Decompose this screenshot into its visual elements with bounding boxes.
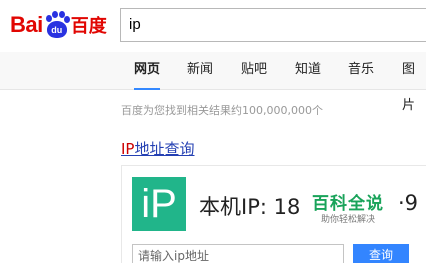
search-box[interactable]: ip	[120, 8, 426, 42]
result-count: 百度为您找到相关结果约100,000,000个	[121, 104, 323, 117]
ip-app-icon: iP	[132, 177, 186, 231]
logo-text-cn: 百度	[70, 16, 107, 37]
watermark: 百科全说 助你轻松解决	[308, 192, 388, 227]
local-ip-text: 本机IP: 18	[199, 195, 301, 219]
ip-lookup-card: iP 本机IP: 18 ·9 百科全说 助你轻松解决 请输入ip地址 查询	[121, 165, 426, 263]
ip-address-input[interactable]: 请输入ip地址	[132, 244, 344, 263]
watermark-title: 百科全说	[312, 194, 384, 214]
watermark-subtitle: 助你轻松解决	[320, 215, 375, 225]
result-title-link[interactable]: IP地址查询	[121, 138, 195, 159]
query-button[interactable]: 查询	[353, 244, 409, 263]
tab-tieba[interactable]: 贴吧	[241, 52, 267, 90]
tab-zhidao[interactable]: 知道	[295, 52, 321, 90]
baidu-logo[interactable]: Bai du 百度	[10, 8, 107, 42]
local-ip-tail: ·9	[398, 191, 419, 215]
logo-text-du: du	[46, 21, 67, 38]
logo-text-bai: Bai	[10, 12, 43, 37]
tabs-bar: 网页 新闻 贴吧 知道 音乐 图片	[0, 52, 426, 113]
header: Bai du 百度 ip	[0, 0, 426, 52]
tab-music[interactable]: 音乐	[348, 52, 374, 90]
search-input[interactable]: ip	[129, 9, 141, 41]
title-highlight: IP	[121, 140, 135, 158]
tab-images[interactable]: 图片	[402, 52, 426, 113]
title-rest: 地址查询	[134, 140, 195, 158]
ip-input-placeholder: 请输入ip地址	[138, 249, 209, 263]
paw-icon: du	[44, 11, 70, 39]
tab-news[interactable]: 新闻	[187, 52, 213, 90]
tab-web[interactable]: 网页	[134, 52, 161, 90]
